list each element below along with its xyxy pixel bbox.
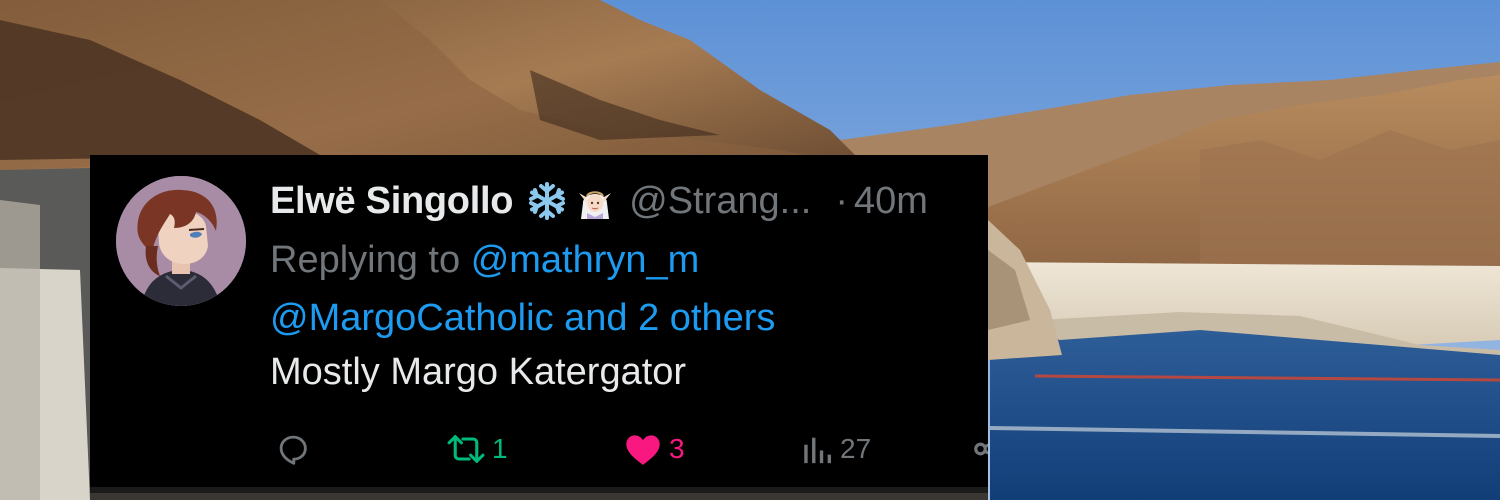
tweet-header: Elwë Singollo @Strang... · 40m — [270, 176, 980, 226]
views-count: 27 — [840, 433, 872, 464]
retweet-icon — [447, 435, 485, 463]
snowflake-icon — [527, 181, 567, 221]
mention-link[interactable]: @mathryn_m — [471, 239, 700, 281]
action-bar: 1 3 27 — [270, 425, 988, 473]
tweet-card[interactable]: Elwë Singollo @Strang... · 40m Replying … — [90, 155, 988, 493]
tweet-text: Mostly Margo Katergator — [270, 351, 687, 393]
views-button[interactable]: 27 — [800, 425, 871, 473]
share-icon — [974, 442, 988, 456]
heart-icon — [626, 435, 660, 465]
timestamp[interactable]: 40m — [854, 180, 928, 223]
reply-icon — [279, 435, 307, 465]
reply-context: Replying to @mathryn_m @MargoCatholic an… — [270, 231, 970, 347]
replying-to-label: Replying to — [270, 239, 461, 281]
share-button[interactable] — [970, 425, 988, 473]
handle[interactable]: @Strang... — [629, 180, 811, 223]
avatar[interactable] — [116, 176, 246, 306]
mention-others-link[interactable]: @MargoCatholic and 2 others — [270, 297, 775, 339]
separator-dot: · — [835, 179, 848, 222]
like-count: 3 — [669, 433, 685, 464]
retweet-count: 1 — [492, 433, 508, 464]
views-icon — [804, 437, 832, 464]
retweet-button[interactable]: 1 — [446, 425, 508, 473]
elf-icon — [575, 181, 615, 221]
display-name[interactable]: Elwë Singollo — [270, 180, 513, 223]
reply-button[interactable] — [274, 425, 318, 473]
like-button[interactable]: 3 — [623, 425, 685, 473]
